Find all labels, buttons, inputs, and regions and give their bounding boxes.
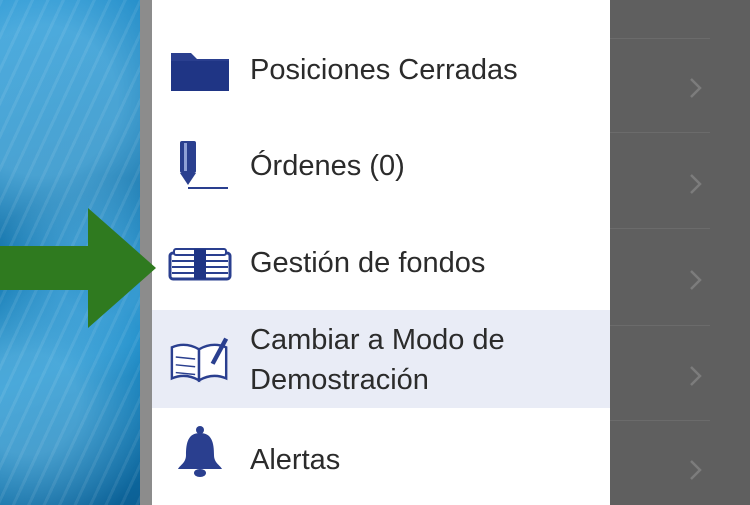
chevron-right-icon bbox=[690, 78, 702, 98]
menu-item-posiciones-cerradas[interactable]: Posiciones Cerradas bbox=[152, 20, 610, 120]
menu-item-ordenes[interactable]: Órdenes (0) bbox=[152, 120, 610, 215]
menu-item-label-line1: Cambiar a Modo de bbox=[250, 324, 505, 356]
divider bbox=[610, 132, 710, 133]
chevron-right-icon bbox=[690, 460, 702, 480]
menu-item-gestion-de-fondos[interactable]: Gestión de fondos bbox=[152, 215, 610, 310]
divider bbox=[610, 38, 710, 39]
menu-item-cambiar-modo-demostracion[interactable]: Cambiar a Modo de Demostración bbox=[152, 310, 610, 408]
menu-item-label: Órdenes (0) bbox=[250, 150, 405, 182]
chevron-right-icon bbox=[690, 366, 702, 386]
menu-item-label-line2: Demostración bbox=[250, 364, 429, 396]
chevron-right-icon bbox=[690, 174, 702, 194]
navigation-drawer: Posiciones Cerradas Órdenes (0) Gestión … bbox=[152, 0, 610, 505]
money-stack-icon bbox=[168, 239, 232, 287]
bell-icon bbox=[168, 426, 232, 477]
menu-item-label: Alertas bbox=[250, 444, 341, 476]
menu-item-label: Gestión de fondos bbox=[250, 247, 486, 279]
divider bbox=[610, 228, 710, 229]
folder-icon bbox=[168, 46, 232, 94]
menu-item-alertas[interactable]: Alertas bbox=[152, 408, 610, 505]
divider bbox=[610, 325, 710, 326]
book-edit-icon bbox=[168, 334, 232, 383]
chevron-right-icon bbox=[690, 270, 702, 290]
pen-icon bbox=[168, 141, 232, 190]
dimmed-background-overlay[interactable] bbox=[610, 0, 750, 505]
green-arrow-annotation bbox=[0, 208, 156, 328]
divider bbox=[610, 420, 710, 421]
menu-item-label: Posiciones Cerradas bbox=[250, 54, 518, 86]
